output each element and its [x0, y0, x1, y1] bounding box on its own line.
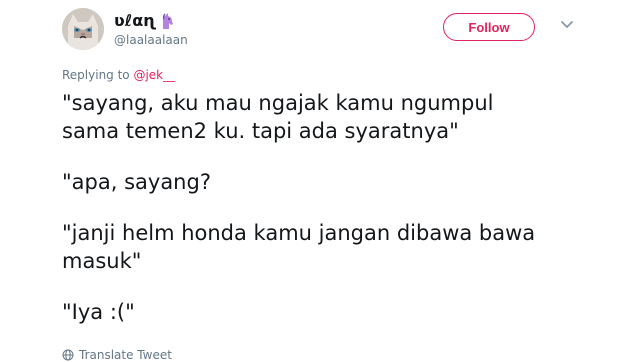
avatar[interactable]	[62, 8, 104, 50]
display-name-text[interactable]: ʋℓαɳ	[114, 12, 156, 30]
user-handle[interactable]: @laalaalaan	[114, 33, 188, 47]
tweet-paragraph: "apa, sayang?	[62, 170, 211, 194]
tweet-text: "sayang, aku mau ngajak kamu ngumpul sam…	[62, 89, 622, 349]
unicorn-icon	[162, 13, 173, 29]
display-name[interactable]: ʋℓαɳ	[114, 12, 188, 30]
user-name-block[interactable]: ʋℓαɳ @laalaalaan	[114, 12, 188, 48]
grumpy-cat-avatar-image	[62, 8, 104, 50]
replying-to: Replying to @jek__	[62, 68, 175, 82]
follow-button[interactable]: Follow	[443, 13, 535, 41]
globe-icon	[62, 349, 74, 361]
reply-target-link[interactable]: @jek__	[133, 68, 175, 82]
chevron-down-icon[interactable]	[561, 21, 573, 29]
tweet-paragraph: "sayang, aku mau ngajak kamu ngumpul sam…	[62, 91, 494, 143]
tweet-paragraph: "Iya :("	[62, 300, 135, 324]
tweet-paragraph: "janji helm honda kamu jangan dibawa baw…	[62, 221, 536, 273]
replying-to-label: Replying to	[62, 68, 134, 82]
